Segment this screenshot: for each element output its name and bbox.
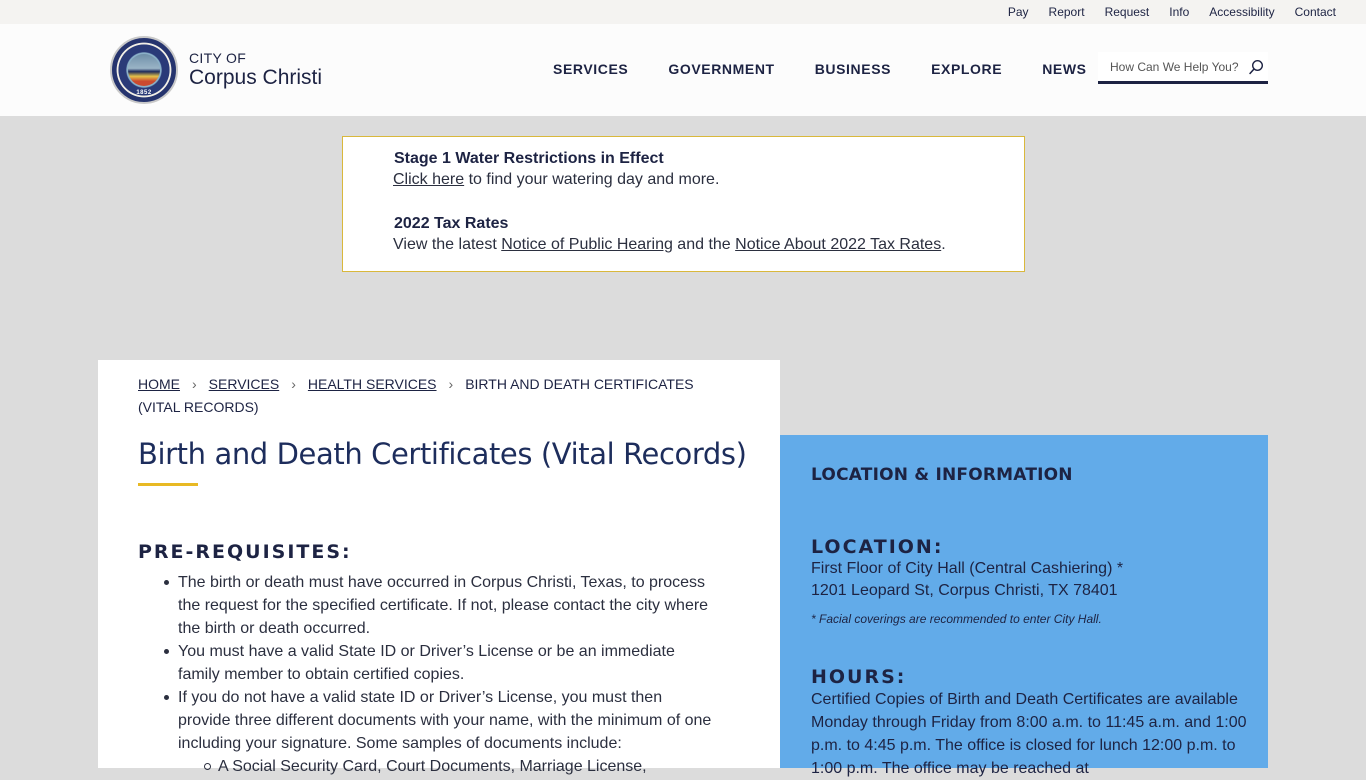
alert-tax-suffix: . [941,236,946,253]
main-nav: SERVICES GOVERNMENT BUSINESS EXPLORE NEW… [553,61,1087,77]
location-info-sidebar: LOCATION & INFORMATION LOCATION: First F… [780,435,1268,777]
page-title: Birth and Death Certificates (Vital Reco… [138,437,747,471]
nav-government[interactable]: GOVERNMENT [668,61,774,77]
seal-year: 1852 [136,90,152,96]
chevron-right-icon: › [448,376,454,392]
alert-tax-title: 2022 Tax Rates [394,215,509,232]
notice-tax-rates-link[interactable]: Notice About 2022 Tax Rates [735,236,941,253]
alert-water-link[interactable]: Click here [393,171,464,188]
seal-emblem [128,54,160,86]
utility-link-info[interactable]: Info [1169,5,1189,19]
alert-banner: Stage 1 Water Restrictions in Effect Cli… [342,136,1025,272]
list-item-text: If you do not have a valid state ID or D… [178,689,712,752]
chevron-right-icon: › [291,376,296,392]
site-search [1098,52,1268,84]
nav-news[interactable]: NEWS [1042,61,1086,77]
logo-city-name: Corpus Christi [189,66,323,89]
utility-link-contact[interactable]: Contact [1295,5,1336,19]
alert-tax-middle: and the [672,236,736,253]
utility-link-report[interactable]: Report [1049,5,1085,19]
main-content: HOME › SERVICES › HEALTH SERVICES › BIRTH AND … [98,360,780,775]
nav-explore[interactable]: EXPLORE [931,61,1002,77]
site-header: 1852 CITY OF Corpus Christi SERVICES GOV… [0,24,1366,116]
alert-tax-text: View the latest Notice of Public Hearing… [393,234,1024,256]
breadcrumb: HOME › SERVICES › HEALTH SERVICES › BIRTH AND … [138,373,718,419]
utility-link-accessibility[interactable]: Accessibility [1209,5,1274,19]
chevron-right-icon: › [192,376,197,392]
breadcrumb-health-services[interactable]: HEALTH SERVICES [308,376,437,392]
location-note: * Facial coverings are recommended to en… [811,612,1102,626]
prerequisites-list: The birth or death must have occurred in… [138,571,718,778]
alert-water-rest: to find your watering day and more. [464,171,720,188]
location-heading: LOCATION: [811,536,944,558]
search-button[interactable] [1246,57,1266,77]
document-samples-list: A Social Security Card, Court Documents,… [178,755,718,778]
hours-heading: HOURS: [811,666,907,688]
list-item: You must have a valid State ID or Driver… [164,640,718,686]
location-address: 1201 Leopard St, Corpus Christi, TX 7840… [811,582,1118,599]
logo-city-of: CITY OF [189,50,247,66]
utility-link-pay[interactable]: Pay [1008,5,1029,19]
search-icon [1249,59,1264,74]
alert-tax-prefix: View the latest [393,236,502,253]
site-logo[interactable]: 1852 CITY OF Corpus Christi [110,36,322,104]
prerequisites-heading: PRE-REQUISITES: [138,541,352,563]
utility-nav: Pay Report Request Info Accessibility Co… [0,0,1366,24]
notice-public-hearing-link[interactable]: Notice of Public Hearing [501,236,673,253]
breadcrumb-services[interactable]: SERVICES [209,376,280,392]
location-line-1: First Floor of City Hall (Central Cashie… [811,560,1124,577]
nav-business[interactable]: BUSINESS [815,61,891,77]
alert-water-text: Click here to find your watering day and… [393,169,1024,191]
sub-list-item: A Social Security Card, Court Documents,… [204,755,718,778]
title-accent-line [138,483,198,486]
city-seal-icon: 1852 [110,36,178,104]
list-item: The birth or death must have occurred in… [164,571,718,640]
alert-water-title: Stage 1 Water Restrictions in Effect [394,150,664,167]
sidebar-title: LOCATION & INFORMATION [811,465,1073,485]
list-item: If you do not have a valid state ID or D… [164,686,718,778]
logo-text: CITY OF Corpus Christi [189,50,322,90]
nav-services[interactable]: SERVICES [553,61,628,77]
breadcrumb-home[interactable]: HOME [138,376,180,392]
search-input[interactable] [1110,59,1240,74]
utility-link-request[interactable]: Request [1105,5,1150,19]
hours-text: Certified Copies of Birth and Death Cert… [811,691,1247,777]
